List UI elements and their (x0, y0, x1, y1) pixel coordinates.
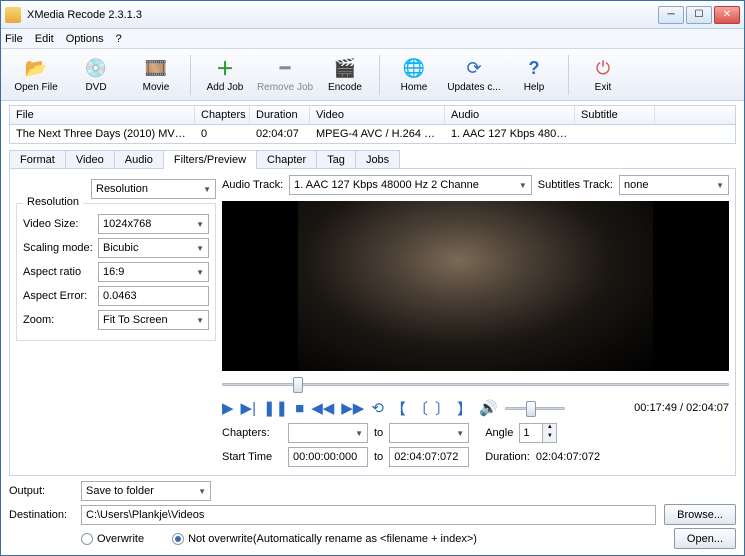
open-file-button[interactable]: 📂Open File (7, 52, 65, 98)
mark-in-button[interactable]: 【 (391, 398, 406, 419)
open-button[interactable]: Open... (674, 528, 736, 549)
home-button[interactable]: 🌐Home (385, 52, 443, 98)
clapper-icon: 🎬 (333, 56, 357, 80)
col-duration[interactable]: Duration (250, 106, 310, 124)
separator (190, 55, 191, 95)
angle-stepper[interactable]: 1▲▼ (519, 423, 557, 443)
mark-end-button[interactable]: 〕 (435, 398, 450, 419)
minimize-button[interactable]: ─ (658, 6, 684, 24)
tab-filters-preview[interactable]: Filters/Preview (163, 150, 257, 169)
power-icon: ⏻ (591, 56, 615, 80)
browse-button[interactable]: Browse... (664, 504, 736, 525)
group-title: Resolution (23, 196, 83, 208)
encode-button[interactable]: 🎬Encode (316, 52, 374, 98)
globe-icon: 🌐 (402, 56, 426, 80)
tab-format[interactable]: Format (9, 150, 66, 169)
menu-edit[interactable]: Edit (35, 33, 54, 45)
question-icon: ? (522, 56, 546, 80)
loop-button[interactable]: ⟲ (371, 399, 384, 417)
end-time-field[interactable]: 02:04:07:072 (389, 447, 469, 467)
chevron-down-icon: ▼ (196, 244, 204, 253)
col-subtitle[interactable]: Subtitle (575, 106, 655, 124)
mark-begin-button[interactable]: 〔 (413, 398, 428, 419)
col-video[interactable]: Video (310, 106, 445, 124)
menu-options[interactable]: Options (66, 33, 104, 45)
chapter-from-select[interactable]: ▼ (288, 423, 368, 443)
subtitles-track-label: Subtitles Track: (538, 179, 613, 191)
help-button[interactable]: ?Help (505, 52, 563, 98)
not-overwrite-radio[interactable]: Not overwrite(Automatically rename as <f… (172, 533, 477, 545)
folder-open-icon: 📂 (24, 56, 48, 80)
overwrite-radio[interactable]: Overwrite (81, 533, 144, 545)
menu-help[interactable]: ? (116, 33, 122, 45)
close-button[interactable]: ✕ (714, 6, 740, 24)
destination-field[interactable]: C:\Users\Plankje\Videos (81, 505, 656, 525)
filter-mode-select[interactable]: Resolution▼ (91, 179, 216, 199)
refresh-icon: ⟳ (462, 56, 486, 80)
aspect-ratio-select[interactable]: 16:9▼ (98, 262, 209, 282)
dvd-button[interactable]: 💿DVD (67, 52, 125, 98)
disc-icon: 💿 (84, 56, 108, 80)
duration-value: 02:04:07:072 (536, 451, 600, 463)
plus-icon: ＋ (213, 56, 237, 80)
minus-icon: ━ (273, 56, 297, 80)
audio-track-label: Audio Track: (222, 179, 283, 191)
output-mode-select[interactable]: Save to folder▼ (81, 481, 211, 501)
chevron-down-icon: ▼ (456, 429, 464, 438)
pause-button[interactable]: ❚❚ (263, 399, 288, 417)
play-button[interactable]: ▶ (222, 399, 234, 417)
time-display: 00:17:49 / 02:04:07 (634, 402, 729, 414)
chevron-down-icon: ▼ (716, 181, 724, 190)
rewind-button[interactable]: ◀◀ (311, 399, 334, 417)
audio-track-select[interactable]: 1. AAC 127 Kbps 48000 Hz 2 Channe▼ (289, 175, 532, 195)
col-file[interactable]: File (10, 106, 195, 124)
file-grid: File Chapters Duration Video Audio Subti… (9, 105, 736, 144)
tab-audio[interactable]: Audio (114, 150, 164, 169)
tab-video[interactable]: Video (65, 150, 115, 169)
chevron-up-icon[interactable]: ▲ (542, 424, 556, 433)
volume-icon[interactable]: 🔊 (479, 399, 498, 417)
tab-jobs[interactable]: Jobs (355, 150, 400, 169)
menu-file[interactable]: File (5, 33, 23, 45)
next-frame-button[interactable]: ▶| (241, 399, 256, 417)
chevron-down-icon: ▼ (203, 185, 211, 194)
volume-slider[interactable] (505, 399, 565, 417)
seek-slider[interactable] (222, 375, 729, 393)
maximize-button[interactable]: ☐ (686, 6, 712, 24)
remove-job-button[interactable]: ━Remove Job (256, 52, 314, 98)
chevron-down-icon: ▼ (196, 316, 204, 325)
chapter-to-select[interactable]: ▼ (389, 423, 469, 443)
movie-button[interactable]: 🎞️Movie (127, 52, 185, 98)
updates-button[interactable]: ⟳Updates c... (445, 52, 503, 98)
exit-button[interactable]: ⏻Exit (574, 52, 632, 98)
chevron-down-icon: ▼ (196, 220, 204, 229)
chevron-down-icon: ▼ (196, 268, 204, 277)
mark-out-button[interactable]: 】 (457, 398, 472, 419)
stop-button[interactable]: ■ (295, 400, 304, 417)
video-preview (222, 201, 729, 371)
subtitles-track-select[interactable]: none▼ (619, 175, 729, 195)
start-time-field[interactable]: 00:00:00:000 (288, 447, 368, 467)
forward-button[interactable]: ▶▶ (341, 399, 364, 417)
tab-tag[interactable]: Tag (316, 150, 356, 169)
scaling-mode-select[interactable]: Bicubic▼ (98, 238, 209, 258)
video-size-select[interactable]: 1024x768▼ (98, 214, 209, 234)
aspect-error-field[interactable]: 0.0463 (98, 286, 209, 306)
add-job-button[interactable]: ＋Add Job (196, 52, 254, 98)
chevron-down-icon: ▼ (198, 487, 206, 496)
separator (379, 55, 380, 95)
chevron-down-icon[interactable]: ▼ (542, 433, 556, 442)
app-icon (5, 7, 21, 23)
col-audio[interactable]: Audio (445, 106, 575, 124)
col-chapters[interactable]: Chapters (195, 106, 250, 124)
chevron-down-icon: ▼ (355, 429, 363, 438)
tab-chapter[interactable]: Chapter (256, 150, 317, 169)
chevron-down-icon: ▼ (519, 181, 527, 190)
zoom-select[interactable]: Fit To Screen▼ (98, 310, 209, 330)
film-icon: 🎞️ (144, 56, 168, 80)
window-title: XMedia Recode 2.3.1.3 (27, 9, 658, 21)
separator (568, 55, 569, 95)
table-row[interactable]: The Next Three Days (2010) MV4 NL ... 0 … (10, 125, 735, 143)
